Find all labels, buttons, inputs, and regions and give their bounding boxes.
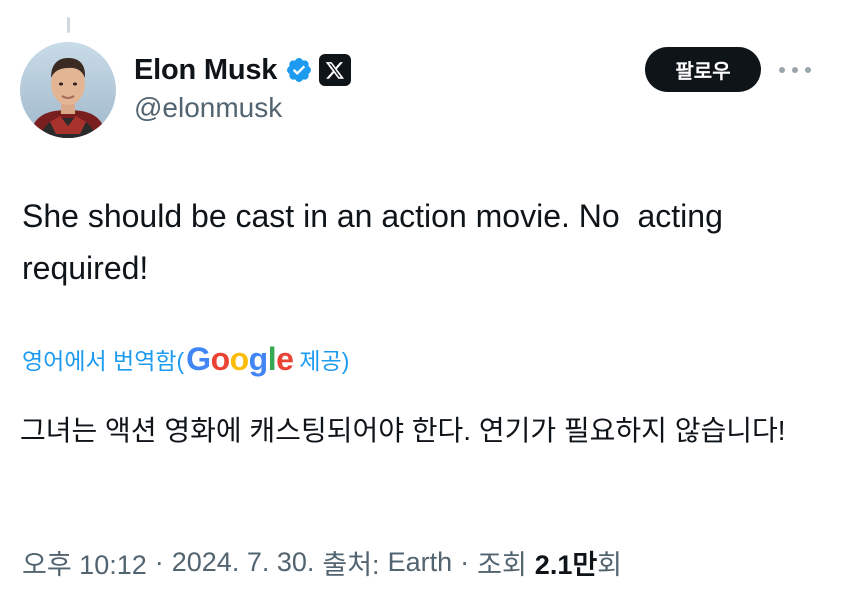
more-dot [805,67,811,73]
x-logo-icon[interactable] [319,54,352,86]
source-label: 출처: [322,549,380,580]
translation-provider-suffix: 제공) [299,348,350,374]
tweet-text: She should be cast in an action movie. N… [22,198,732,286]
meta-separator: · [460,546,470,577]
more-options-icon[interactable] [779,58,811,82]
tweet-date[interactable]: 2024. 7. 30. [172,547,315,578]
translated-from-link[interactable]: 영어에서 번역함( [22,342,184,376]
more-dot [792,67,798,73]
follow-button[interactable]: 팔로우 [645,47,761,92]
google-logo: Google [186,340,294,377]
thread-connector-line [67,17,70,33]
author-handle[interactable]: @elonmusk [134,92,282,124]
tweet-time[interactable]: 오후 10:12 [22,543,147,582]
translation-attribution: 영어에서 번역함( Google 제공) [22,338,349,380]
translated-tweet-text: 그녀는 액션 영화에 캐스팅되어야 한다. 연기가 필요하지 않습니다! [20,415,786,446]
meta-separator: · [154,546,164,577]
verified-badge-icon[interactable] [285,56,313,84]
tweet-metadata: 오후 10:12 · 2024. 7. 30. 출처: Earth · 조회 2… [22,542,622,582]
views-count[interactable]: 2.1만 [535,543,597,582]
more-dot [779,67,785,73]
tweet-source: Earth [387,546,453,577]
views-suffix: 회 [597,549,623,580]
author-display-name[interactable]: Elon Musk [134,54,277,87]
avatar[interactable] [20,42,116,138]
profile-photo-icon [20,42,116,138]
views-label: 조회 [477,549,527,580]
author-name-row: Elon Musk [134,50,352,90]
